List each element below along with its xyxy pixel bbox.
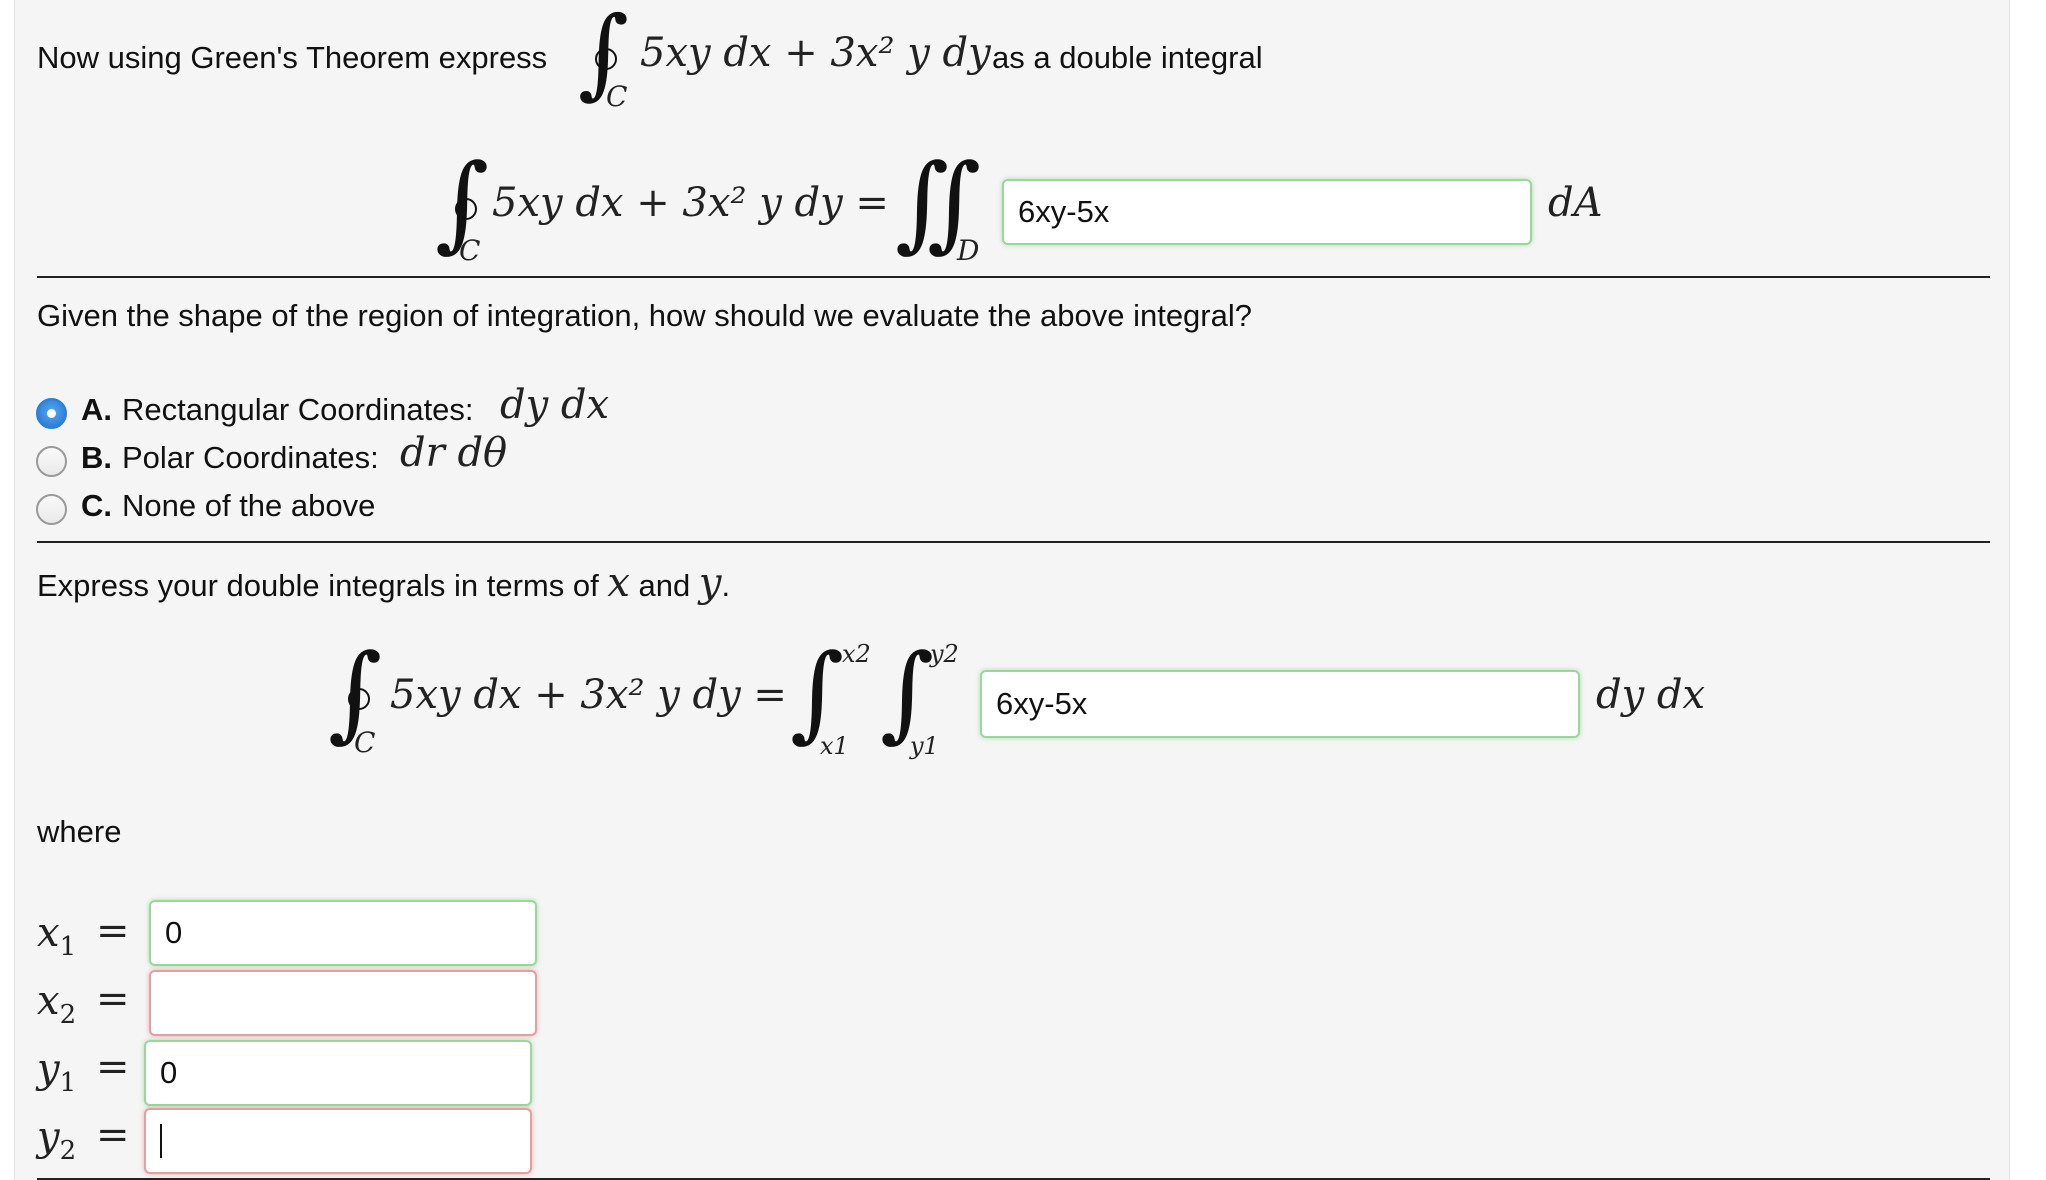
region-subscript: D: [957, 234, 980, 267]
greens-lhs: 5xy dx + 3x² y dy =: [492, 180, 889, 226]
x-upper-limit: x2: [842, 640, 871, 668]
y1-value: 0: [160, 1055, 178, 1090]
greens-answer-value: 6xy-5x: [1018, 194, 1110, 229]
option-b-radio[interactable]: [36, 446, 67, 477]
contour-subscript: C: [606, 80, 628, 113]
option-b-label: Polar Coordinates:: [122, 440, 379, 475]
y-lower-limit: y1: [910, 732, 939, 760]
option-a-math: dy dx: [500, 382, 610, 428]
divider-2: [37, 541, 1990, 543]
x2-input[interactable]: [149, 970, 537, 1036]
option-c-letter: C.: [81, 488, 112, 523]
iterated-answer-input[interactable]: 6xy-5x: [980, 670, 1580, 738]
dy-dx-symbol: dy dx: [1596, 672, 1706, 718]
y1-input[interactable]: 0: [144, 1040, 532, 1106]
express-and: and: [638, 568, 691, 603]
bound-x1-equals: =: [96, 908, 130, 954]
double-integral-symbol: ∫ ∫ D: [895, 141, 982, 267]
outer-integral-symbol: ∫ x2 x1: [790, 631, 871, 760]
bound-y2-label: y2: [37, 1114, 77, 1166]
option-a-letter: A.: [81, 392, 112, 427]
contour-integral-symbol: ∫ C: [578, 0, 630, 113]
x-lower-limit: x1: [820, 732, 849, 760]
contour-integral-symbol-2: ∫ C: [435, 141, 490, 267]
express-y: y: [698, 560, 722, 606]
express-instruction: Express your double integrals in terms o…: [37, 560, 730, 606]
iterated-lhs: 5xy dx + 3x² y dy =: [390, 672, 787, 718]
x1-value: 0: [165, 915, 183, 950]
contour-subscript-2: C: [459, 234, 481, 267]
intro-suffix: as a double integral: [992, 40, 1263, 75]
express-period: .: [721, 568, 731, 603]
bound-y2-equals: =: [96, 1112, 130, 1158]
option-b-letter: B.: [81, 440, 112, 475]
bound-y1-equals: =: [96, 1044, 130, 1090]
dA-symbol: dA: [1548, 180, 1603, 226]
option-c-radio[interactable]: [36, 494, 67, 525]
bound-y1-label: y1: [37, 1046, 77, 1098]
intro-prefix: Now using Green's Theorem express: [37, 40, 548, 75]
contour-integral-symbol-3: ∫ C: [328, 631, 383, 759]
iterated-answer-value: 6xy-5x: [996, 686, 1088, 721]
greens-answer-input[interactable]: 6xy-5x: [1002, 179, 1532, 245]
y2-input[interactable]: [144, 1108, 532, 1174]
inner-integral-symbol: ∫ y2 y1: [880, 631, 959, 760]
option-b-math: dr dθ: [400, 430, 508, 476]
text-caret: [160, 1124, 162, 1158]
option-c-label: None of the above: [122, 488, 376, 523]
bound-x2-equals: =: [96, 976, 130, 1022]
bound-x1-label: x1: [37, 910, 77, 962]
divider-1: [37, 276, 1990, 278]
question-text: Given the shape of the region of integra…: [37, 298, 1252, 333]
bound-x2-label: x2: [37, 978, 77, 1030]
contour-subscript-3: C: [354, 726, 376, 759]
express-prefix: Express your double integrals in terms o…: [37, 568, 599, 603]
option-a-radio[interactable]: [36, 398, 67, 429]
intro-integrand: 5xy dx + 3x² y dy: [640, 30, 991, 76]
x1-input[interactable]: 0: [149, 900, 537, 966]
option-a-label: Rectangular Coordinates:: [122, 392, 474, 427]
express-x: x: [607, 560, 630, 606]
where-label: where: [37, 814, 122, 849]
y-upper-limit: y2: [930, 640, 959, 668]
